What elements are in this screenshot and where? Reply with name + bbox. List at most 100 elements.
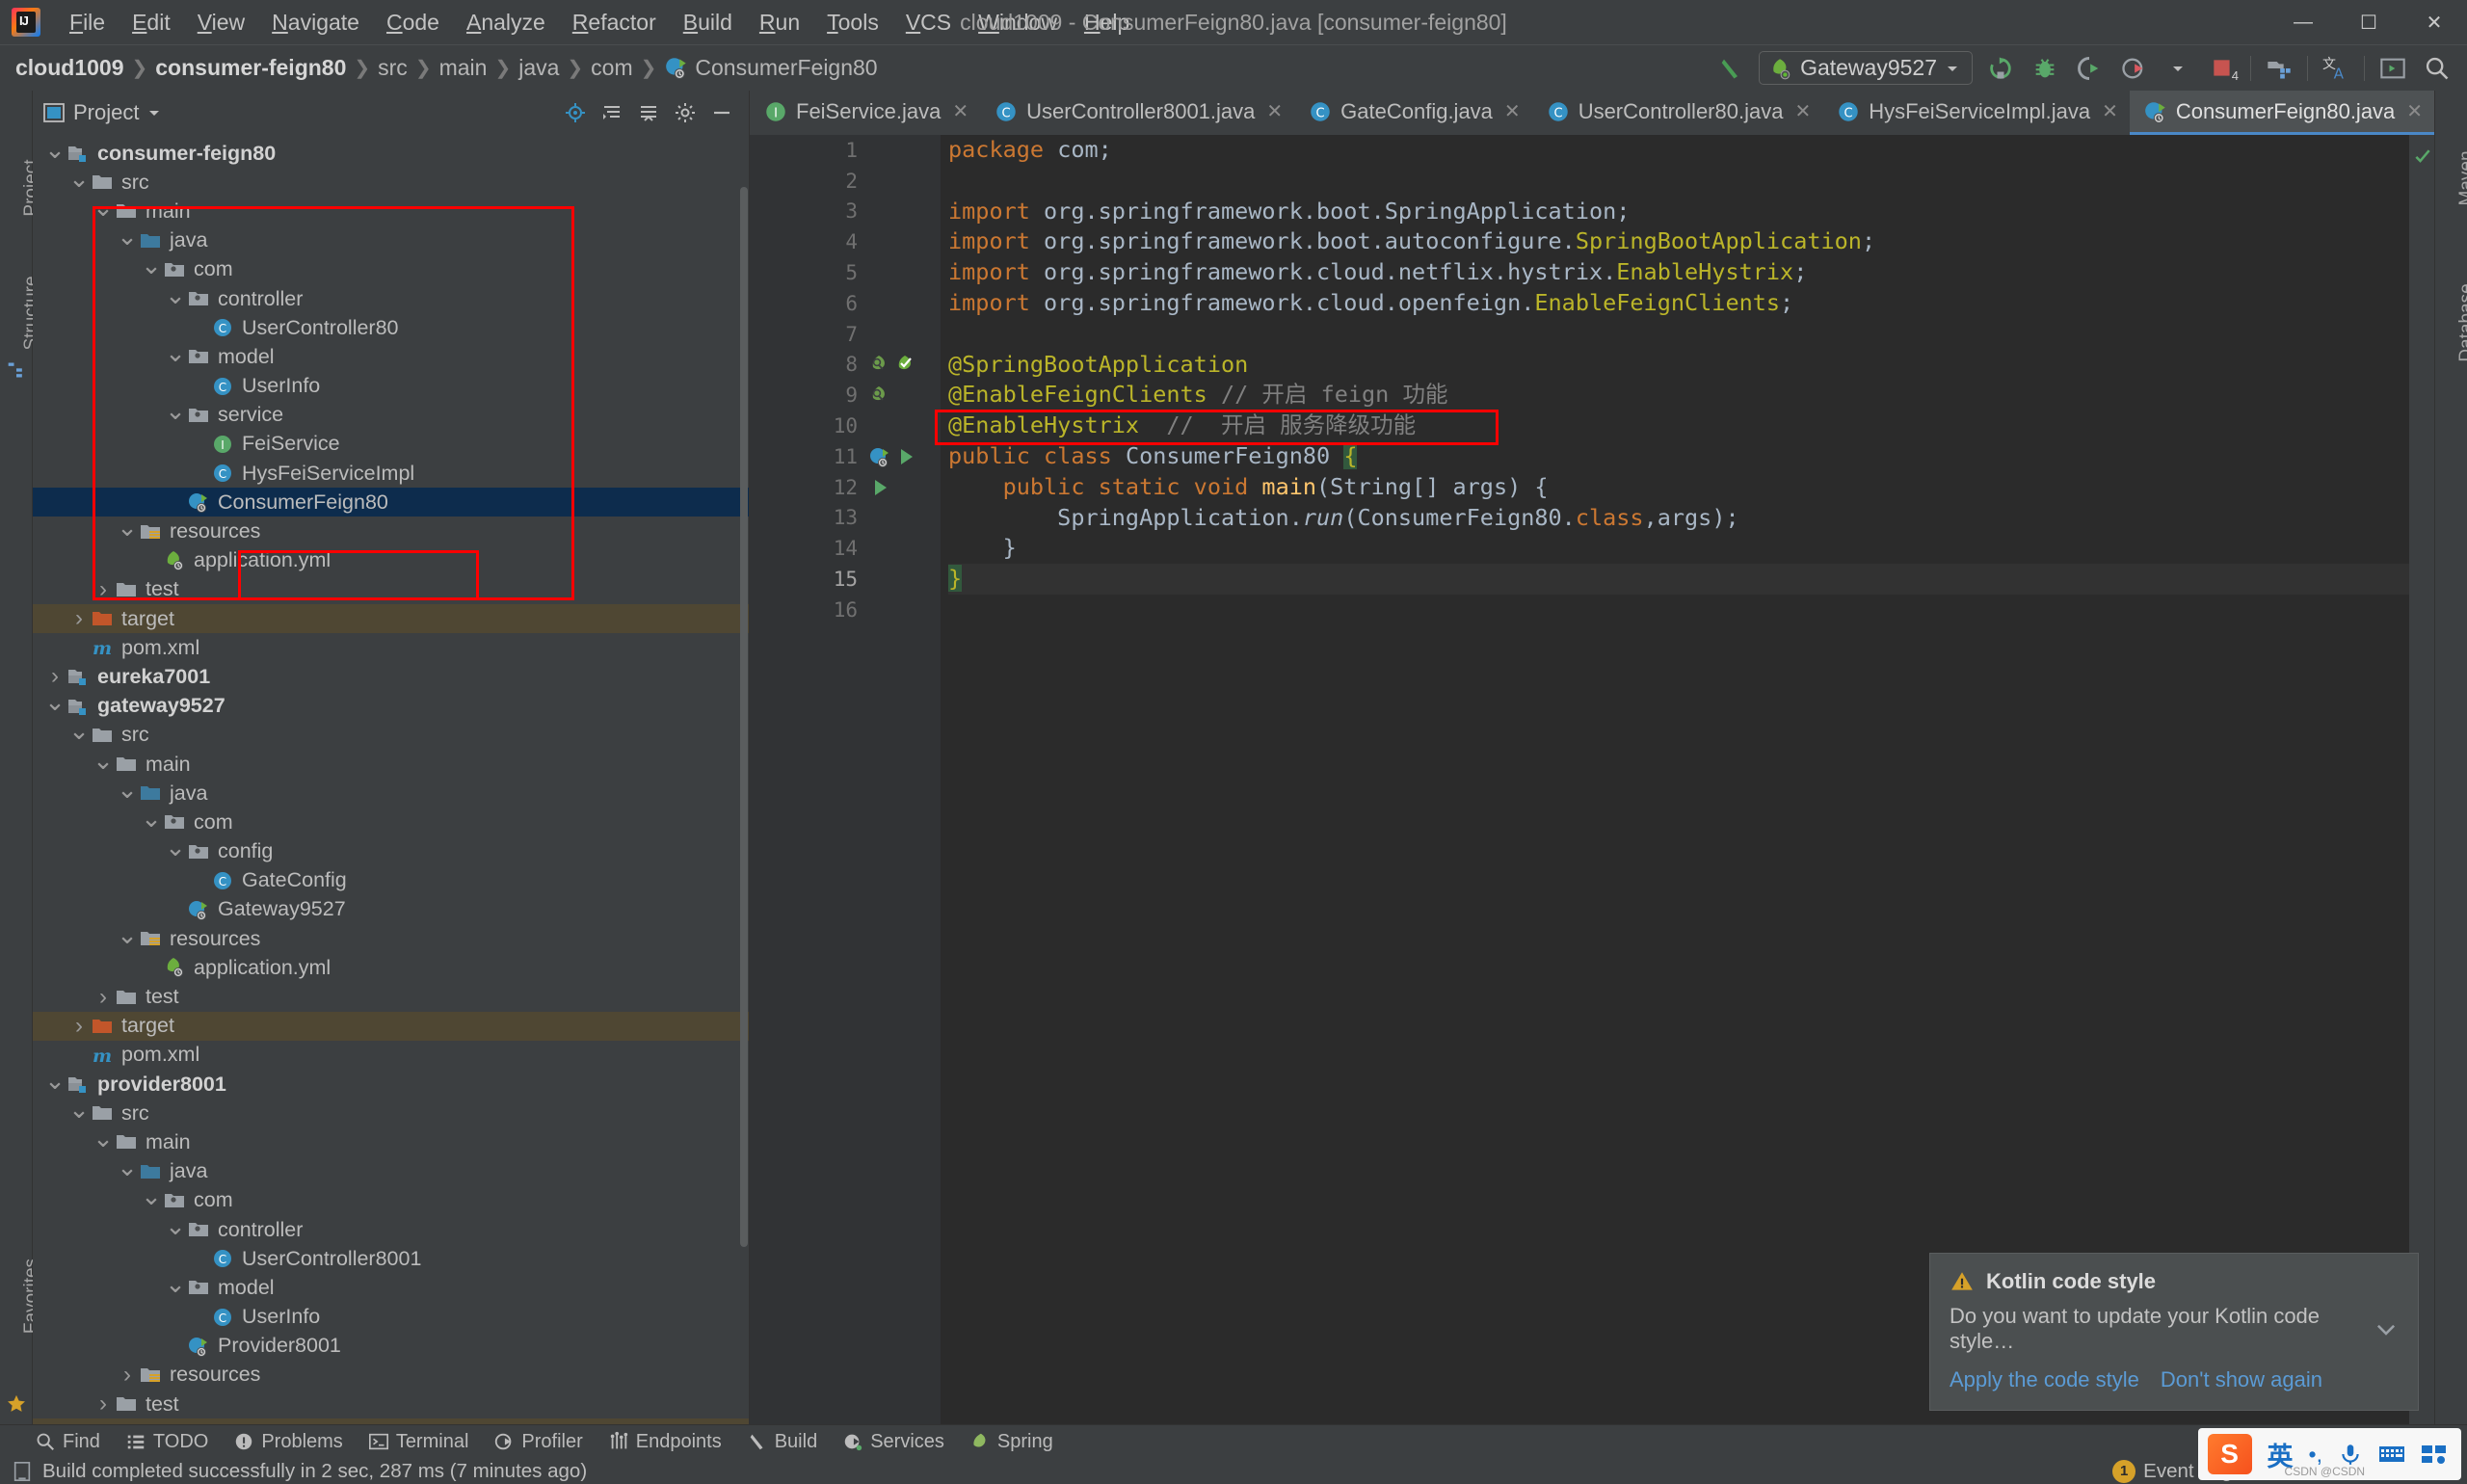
- menu-item-build[interactable]: Build: [670, 6, 746, 40]
- tree-node[interactable]: Provider8001: [33, 1332, 749, 1361]
- chevron-down-icon[interactable]: ⌄: [165, 340, 186, 366]
- tree-node[interactable]: C HysFeiServiceImpl: [33, 459, 749, 488]
- code-line[interactable]: import org.springframework.boot.autoconf…: [948, 226, 2409, 257]
- tree-node[interactable]: m pom.xml: [33, 633, 749, 662]
- profiler-dropdown-icon[interactable]: [2162, 52, 2194, 85]
- chevron-down-icon[interactable]: ⌄: [117, 224, 138, 250]
- rerun-icon[interactable]: [1984, 52, 2017, 85]
- maximize-button[interactable]: ☐: [2336, 0, 2401, 44]
- tree-node[interactable]: ⌄ provider8001: [33, 1068, 749, 1099]
- dont-show-again-link[interactable]: Don't show again: [2161, 1367, 2322, 1392]
- tree-node[interactable]: ⌄ main: [33, 195, 749, 225]
- tree-node[interactable]: application.yml: [33, 953, 749, 982]
- chevron-down-icon[interactable]: ⌄: [165, 398, 186, 424]
- tree-node[interactable]: ⌄ model: [33, 340, 749, 371]
- close-button[interactable]: ✕: [2401, 0, 2467, 44]
- editor-tab-consumerfeign80-java[interactable]: ConsumerFeign80.java ✕: [2129, 91, 2435, 135]
- chevron-right-icon[interactable]: ›: [93, 576, 114, 603]
- tool-button-build[interactable]: Build: [735, 1429, 829, 1455]
- tree-node[interactable]: ⌄ com: [33, 252, 749, 284]
- tree-node[interactable]: › test: [33, 1390, 749, 1418]
- code-content[interactable]: package com; import org.springframework.…: [935, 135, 2409, 1424]
- menu-item-navigate[interactable]: Navigate: [258, 6, 373, 40]
- tree-node[interactable]: ⌄ resources: [33, 922, 749, 953]
- menu-item-tools[interactable]: Tools: [813, 6, 892, 40]
- menu-item-edit[interactable]: Edit: [119, 6, 184, 40]
- breadcrumb-item-com[interactable]: com: [585, 53, 638, 83]
- tool-button-profiler[interactable]: Profiler: [482, 1429, 594, 1455]
- toolbox-icon[interactable]: [2421, 1443, 2448, 1466]
- build-icon[interactable]: [1714, 52, 1747, 85]
- chevron-down-icon[interactable]: ⌄: [44, 137, 66, 163]
- tree-node[interactable]: application.yml: [33, 546, 749, 575]
- chevron-down-icon[interactable]: ⌄: [117, 515, 138, 541]
- editor-tab-usercontroller8001-java[interactable]: C UserController8001.java ✕: [980, 91, 1294, 135]
- tree-node[interactable]: C UserInfo: [33, 1303, 749, 1332]
- spring-bean-icon[interactable]: [868, 353, 891, 376]
- code-line[interactable]: public class ConsumerFeign80 {: [948, 441, 2409, 472]
- tree-node-selected[interactable]: ConsumerFeign80: [33, 488, 749, 517]
- chevron-down-icon[interactable]: ⌄: [44, 1068, 66, 1094]
- tree-node[interactable]: ⌄ main: [33, 748, 749, 779]
- close-icon[interactable]: ✕: [2406, 99, 2423, 123]
- tool-button-todo[interactable]: TODO: [114, 1429, 220, 1455]
- apply-code-style-link[interactable]: Apply the code style: [1950, 1367, 2139, 1392]
- run-with-coverage-icon[interactable]: [2073, 52, 2106, 85]
- editor-tab-gateconfig-java[interactable]: C GateConfig.java ✕: [1294, 91, 1532, 135]
- editor-tab-hysfeiserviceimpl-java[interactable]: C HysFeiServiceImpl.java ✕: [1822, 91, 2130, 135]
- code-line[interactable]: import org.springframework.boot.SpringAp…: [948, 197, 2409, 227]
- code-line[interactable]: import org.springframework.cloud.openfei…: [948, 288, 2409, 319]
- chevron-right-icon[interactable]: ›: [68, 1013, 90, 1040]
- code-line[interactable]: public static void main(String[] args) {: [948, 472, 2409, 503]
- mic-icon[interactable]: [2338, 1442, 2363, 1467]
- sidebar-item-database[interactable]: Database: [2456, 270, 2467, 376]
- chevron-down-icon[interactable]: ⌄: [44, 689, 66, 715]
- menu-item-window[interactable]: Window: [965, 6, 1071, 40]
- window-controls[interactable]: — ☐ ✕: [2270, 0, 2467, 44]
- debug-icon[interactable]: [2029, 52, 2061, 85]
- chevron-down-icon[interactable]: ⌄: [117, 777, 138, 803]
- run-configuration-selector[interactable]: Gateway9527: [1759, 51, 1973, 85]
- menu-item-help[interactable]: Help: [1071, 6, 1143, 40]
- chevron-down-icon[interactable]: ⌄: [141, 252, 162, 278]
- collapse-all-icon[interactable]: [637, 101, 660, 124]
- code-line[interactable]: SpringApplication.run(ConsumerFeign80.cl…: [948, 503, 2409, 534]
- menu-item-vcs[interactable]: VCS: [892, 6, 965, 40]
- chevron-right-icon[interactable]: ›: [93, 1391, 114, 1418]
- editor-tab-usercontroller80-java[interactable]: C UserController80.java ✕: [1532, 91, 1823, 135]
- code-line[interactable]: [948, 595, 2409, 625]
- breadcrumb-item-cloud1009[interactable]: cloud1009: [10, 53, 130, 83]
- tree-node[interactable]: ⌄ resources: [33, 515, 749, 545]
- tree-node[interactable]: ⌄ src: [33, 718, 749, 750]
- chevron-down-icon[interactable]: ⌄: [141, 806, 162, 832]
- gutter-icons[interactable]: [865, 135, 941, 1424]
- code-line[interactable]: }: [948, 533, 2409, 564]
- chevron-down-icon[interactable]: ⌄: [117, 1154, 138, 1180]
- code-editor[interactable]: 1 2 3 4 5 6 7 8 9 10 11 12 13 14 15 16 package com; imp…: [750, 135, 2434, 1424]
- menu-item-refactor[interactable]: Refactor: [559, 6, 670, 40]
- tree-node[interactable]: ⌄ src: [33, 166, 749, 197]
- error-stripe-marker-panel[interactable]: [2409, 135, 2434, 1424]
- tree-node[interactable]: › test: [33, 982, 749, 1011]
- run-icon[interactable]: [868, 476, 891, 499]
- kotlin-code-style-notification[interactable]: Kotlin code style Do you want to update …: [1929, 1253, 2419, 1411]
- tree-node[interactable]: ⌄ model: [33, 1271, 749, 1302]
- breadcrumb-item-consumerfeign80[interactable]: ConsumerFeign80: [658, 53, 883, 83]
- tool-button-services[interactable]: Services: [831, 1429, 956, 1455]
- code-line[interactable]: @EnableHystrix // 开启 服务降级功能: [948, 411, 2409, 441]
- tool-button-terminal[interactable]: Terminal: [357, 1429, 481, 1455]
- stop-icon[interactable]: 4: [2206, 52, 2239, 85]
- code-line[interactable]: }: [948, 564, 2409, 595]
- chevron-right-icon[interactable]: ›: [117, 1362, 138, 1389]
- chevron-down-icon[interactable]: ⌄: [165, 282, 186, 308]
- editor-tab-bar[interactable]: I FeiService.java ✕ C UserController8001.jav…: [750, 91, 2467, 135]
- chevron-down-icon[interactable]: ⌄: [141, 1183, 162, 1209]
- code-line[interactable]: @SpringBootApplication: [948, 350, 2409, 381]
- menu-item-file[interactable]: File: [56, 6, 119, 40]
- tool-window-buttons[interactable]: Find TODO Problems Terminal Profiler Endpoint…: [0, 1425, 2467, 1458]
- tree-node[interactable]: ⌄ controller: [33, 282, 749, 313]
- expand-all-icon[interactable]: [600, 101, 623, 124]
- ime-punctuation[interactable]: •,: [2309, 1442, 2322, 1468]
- code-line[interactable]: [948, 166, 2409, 197]
- project-scrollbar[interactable]: [740, 187, 748, 1247]
